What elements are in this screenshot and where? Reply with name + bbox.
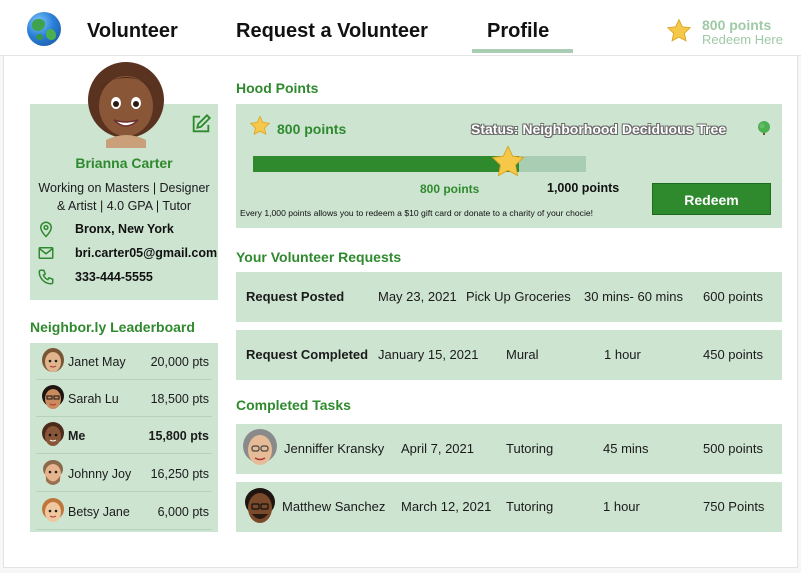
leaderboard-name: Betsy Jane [68,505,130,519]
phone-icon [38,269,54,285]
profile-phone-text[interactable]: 333-444-5555 [75,270,153,284]
avatar [42,498,64,522]
leaderboard-row[interactable]: Betsy Jane 6,000 pts [36,494,212,530]
leaderboard-points: 20,000 pts [150,355,209,369]
leaderboard-row[interactable]: Janet May 20,000 pts [36,344,212,380]
request-duration: 30 mins- 60 mins [584,289,683,304]
leaderboard-row-me[interactable]: Me 15,800 pts [36,418,212,454]
task-points: 500 points [703,441,763,456]
edit-profile-icon[interactable] [190,113,212,135]
avatar [42,422,64,446]
points-progress-fill [253,156,520,172]
profile-email-text[interactable]: bri.carter05@gmail.com [75,246,217,260]
request-task: Mural [506,347,539,362]
avatar [43,460,63,485]
profile-avatar [88,62,164,148]
nav-request-volunteer[interactable]: Request a Volunteer [236,20,428,43]
request-status: Request Posted [246,289,345,304]
request-date: May 23, 2021 [378,289,457,304]
request-row[interactable]: Request Posted May 23, 2021 Pick Up Groc… [236,272,782,322]
avatar [245,488,275,523]
leaderboard-points: 18,500 pts [150,392,209,406]
nav-volunteer[interactable]: Volunteer [87,20,178,43]
request-date: January 15, 2021 [378,347,479,362]
progress-star-icon [491,145,525,177]
profile-bio: Working on Masters | Designer & Artist |… [30,179,218,215]
completed-tasks-title: Completed Tasks [236,397,351,413]
request-duration: 1 hour [604,347,641,362]
leaderboard-name: Janet May [68,355,126,369]
leaderboard-name: Me [68,429,86,443]
volunteer-requests-title: Your Volunteer Requests [236,249,402,265]
completed-task-row[interactable]: Jenniffer Kransky April 7, 2021 Tutoring… [236,424,782,474]
active-tab-underline [472,49,573,53]
leaderboard-title: Neighbor.ly Leaderboard [30,319,195,335]
progress-goal-label: 1,000 points [547,181,620,195]
leaderboard-points: 16,250 pts [150,467,209,481]
leaderboard-row[interactable]: Sarah Lu 18,500 pts [36,381,212,417]
task-type: Tutoring [506,499,554,514]
leaderboard-name: Johnny Joy [68,467,132,481]
task-type: Tutoring [506,441,554,456]
leaderboard-name: Sarah Lu [68,392,119,406]
task-person: Jenniffer Kransky [284,441,385,456]
points-progress-bar [253,156,586,172]
profile-bio-line: & Artist | 4.0 GPA | Tutor [56,199,192,213]
avatar [42,348,64,372]
request-task: Pick Up Groceries [466,289,571,304]
hood-points-total: 800 points [277,121,347,137]
leaderboard-row[interactable]: Johnny Joy 16,250 pts [36,456,212,492]
nav-points: 800 points [702,17,772,33]
leaderboard-points: 15,800 pts [148,429,209,443]
globe-logo-icon[interactable] [27,12,61,46]
task-date: March 12, 2021 [401,499,492,514]
request-row[interactable]: Request Completed January 15, 2021 Mural… [236,330,782,380]
task-points: 750 Points [703,499,765,514]
progress-current-label: 800 points [420,182,480,196]
leaderboard-points: 6,000 pts [157,505,209,519]
task-person: Matthew Sanchez [282,499,386,514]
task-duration: 1 hour [603,499,640,514]
hood-points-title: Hood Points [236,80,319,96]
status-badge: Status: Neighborhood Deciduous Tree [471,121,727,137]
tree-icon [758,121,770,135]
task-date: April 7, 2021 [401,441,474,456]
profile-location-text: Bronx, New York [75,222,174,236]
avatar [42,385,64,409]
top-nav: Volunteer Request a Volunteer Profile 80… [0,0,801,56]
profile-bio-line: Working on Masters | Designer [38,181,210,195]
mail-icon [38,247,54,259]
star-icon [666,18,692,42]
redeem-button[interactable]: Redeem [652,183,771,215]
avatar [243,429,277,465]
request-status: Request Completed [246,347,369,362]
nav-profile[interactable]: Profile [487,20,549,43]
task-duration: 45 mins [603,441,649,456]
request-points: 600 points [703,289,763,304]
profile-name: Brianna Carter [75,155,173,171]
request-points: 450 points [703,347,763,362]
nav-redeem-link[interactable]: Redeem Here [702,32,783,47]
redeem-info-text: Every 1,000 points allows you to redeem … [240,208,594,218]
completed-task-row[interactable]: Matthew Sanchez March 12, 2021 Tutoring … [236,482,782,532]
location-pin-icon [39,221,53,238]
star-icon [249,115,271,136]
